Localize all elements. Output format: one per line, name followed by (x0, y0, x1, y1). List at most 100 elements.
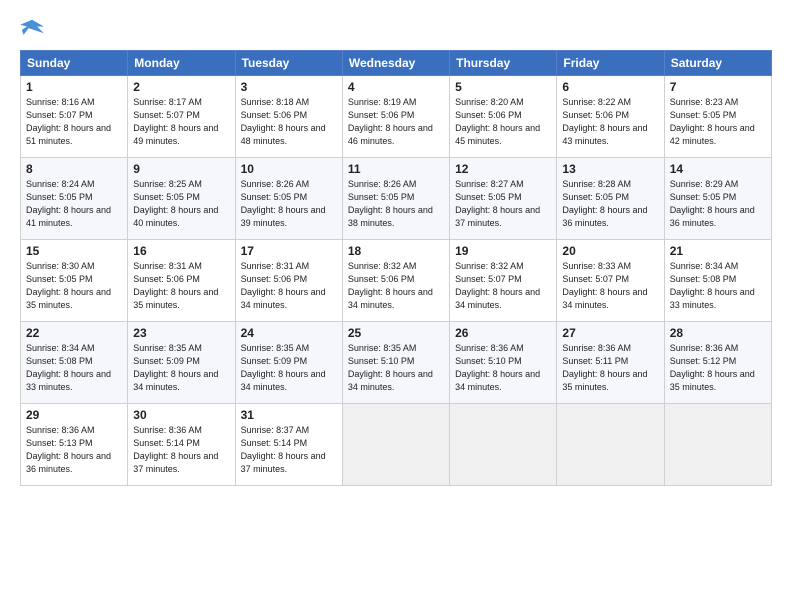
header (20, 18, 772, 40)
day-number: 9 (133, 162, 229, 176)
calendar-cell: 13 Sunrise: 8:28 AMSunset: 5:05 PMDaylig… (557, 158, 664, 240)
day-number: 13 (562, 162, 658, 176)
calendar-cell (664, 404, 771, 486)
calendar-cell (342, 404, 449, 486)
calendar-cell: 3 Sunrise: 8:18 AMSunset: 5:06 PMDayligh… (235, 76, 342, 158)
weekday-header-friday: Friday (557, 51, 664, 76)
calendar-cell: 17 Sunrise: 8:31 AMSunset: 5:06 PMDaylig… (235, 240, 342, 322)
calendar-cell: 11 Sunrise: 8:26 AMSunset: 5:05 PMDaylig… (342, 158, 449, 240)
day-number: 27 (562, 326, 658, 340)
week-row-4: 22 Sunrise: 8:34 AMSunset: 5:08 PMDaylig… (21, 322, 772, 404)
day-info: Sunrise: 8:31 AMSunset: 5:06 PMDaylight:… (241, 261, 326, 310)
day-number: 14 (670, 162, 766, 176)
day-number: 17 (241, 244, 337, 258)
calendar-cell: 2 Sunrise: 8:17 AMSunset: 5:07 PMDayligh… (128, 76, 235, 158)
day-info: Sunrise: 8:16 AMSunset: 5:07 PMDaylight:… (26, 97, 111, 146)
day-number: 5 (455, 80, 551, 94)
day-info: Sunrise: 8:25 AMSunset: 5:05 PMDaylight:… (133, 179, 218, 228)
day-number: 11 (348, 162, 444, 176)
day-info: Sunrise: 8:17 AMSunset: 5:07 PMDaylight:… (133, 97, 218, 146)
calendar-cell: 14 Sunrise: 8:29 AMSunset: 5:05 PMDaylig… (664, 158, 771, 240)
day-number: 10 (241, 162, 337, 176)
day-info: Sunrise: 8:27 AMSunset: 5:05 PMDaylight:… (455, 179, 540, 228)
day-info: Sunrise: 8:35 AMSunset: 5:10 PMDaylight:… (348, 343, 433, 392)
day-number: 15 (26, 244, 122, 258)
weekday-header-saturday: Saturday (664, 51, 771, 76)
calendar-cell: 25 Sunrise: 8:35 AMSunset: 5:10 PMDaylig… (342, 322, 449, 404)
calendar-cell (557, 404, 664, 486)
logo (20, 18, 48, 40)
day-info: Sunrise: 8:34 AMSunset: 5:08 PMDaylight:… (670, 261, 755, 310)
weekday-header-thursday: Thursday (450, 51, 557, 76)
calendar-cell: 26 Sunrise: 8:36 AMSunset: 5:10 PMDaylig… (450, 322, 557, 404)
weekday-header-row: SundayMondayTuesdayWednesdayThursdayFrid… (21, 51, 772, 76)
calendar-cell: 16 Sunrise: 8:31 AMSunset: 5:06 PMDaylig… (128, 240, 235, 322)
week-row-3: 15 Sunrise: 8:30 AMSunset: 5:05 PMDaylig… (21, 240, 772, 322)
calendar-table: SundayMondayTuesdayWednesdayThursdayFrid… (20, 50, 772, 486)
day-info: Sunrise: 8:32 AMSunset: 5:07 PMDaylight:… (455, 261, 540, 310)
day-number: 19 (455, 244, 551, 258)
week-row-2: 8 Sunrise: 8:24 AMSunset: 5:05 PMDayligh… (21, 158, 772, 240)
calendar-cell: 27 Sunrise: 8:36 AMSunset: 5:11 PMDaylig… (557, 322, 664, 404)
weekday-header-wednesday: Wednesday (342, 51, 449, 76)
day-info: Sunrise: 8:36 AMSunset: 5:13 PMDaylight:… (26, 425, 111, 474)
day-number: 12 (455, 162, 551, 176)
calendar-cell: 12 Sunrise: 8:27 AMSunset: 5:05 PMDaylig… (450, 158, 557, 240)
week-row-1: 1 Sunrise: 8:16 AMSunset: 5:07 PMDayligh… (21, 76, 772, 158)
calendar-body: 1 Sunrise: 8:16 AMSunset: 5:07 PMDayligh… (21, 76, 772, 486)
day-info: Sunrise: 8:24 AMSunset: 5:05 PMDaylight:… (26, 179, 111, 228)
day-number: 26 (455, 326, 551, 340)
day-number: 7 (670, 80, 766, 94)
calendar-cell: 9 Sunrise: 8:25 AMSunset: 5:05 PMDayligh… (128, 158, 235, 240)
calendar-cell: 24 Sunrise: 8:35 AMSunset: 5:09 PMDaylig… (235, 322, 342, 404)
calendar-cell: 30 Sunrise: 8:36 AMSunset: 5:14 PMDaylig… (128, 404, 235, 486)
calendar-cell: 31 Sunrise: 8:37 AMSunset: 5:14 PMDaylig… (235, 404, 342, 486)
calendar-cell: 8 Sunrise: 8:24 AMSunset: 5:05 PMDayligh… (21, 158, 128, 240)
calendar-cell: 23 Sunrise: 8:35 AMSunset: 5:09 PMDaylig… (128, 322, 235, 404)
day-number: 24 (241, 326, 337, 340)
week-row-5: 29 Sunrise: 8:36 AMSunset: 5:13 PMDaylig… (21, 404, 772, 486)
calendar-cell: 10 Sunrise: 8:26 AMSunset: 5:05 PMDaylig… (235, 158, 342, 240)
calendar-cell: 15 Sunrise: 8:30 AMSunset: 5:05 PMDaylig… (21, 240, 128, 322)
weekday-header-sunday: Sunday (21, 51, 128, 76)
page: SundayMondayTuesdayWednesdayThursdayFrid… (0, 0, 792, 612)
weekday-header-tuesday: Tuesday (235, 51, 342, 76)
day-info: Sunrise: 8:30 AMSunset: 5:05 PMDaylight:… (26, 261, 111, 310)
day-number: 25 (348, 326, 444, 340)
day-number: 18 (348, 244, 444, 258)
calendar-cell: 29 Sunrise: 8:36 AMSunset: 5:13 PMDaylig… (21, 404, 128, 486)
day-number: 20 (562, 244, 658, 258)
day-info: Sunrise: 8:33 AMSunset: 5:07 PMDaylight:… (562, 261, 647, 310)
calendar-cell: 4 Sunrise: 8:19 AMSunset: 5:06 PMDayligh… (342, 76, 449, 158)
calendar-cell: 21 Sunrise: 8:34 AMSunset: 5:08 PMDaylig… (664, 240, 771, 322)
day-info: Sunrise: 8:32 AMSunset: 5:06 PMDaylight:… (348, 261, 433, 310)
day-info: Sunrise: 8:28 AMSunset: 5:05 PMDaylight:… (562, 179, 647, 228)
day-info: Sunrise: 8:23 AMSunset: 5:05 PMDaylight:… (670, 97, 755, 146)
weekday-header-monday: Monday (128, 51, 235, 76)
day-number: 2 (133, 80, 229, 94)
day-number: 4 (348, 80, 444, 94)
calendar-cell: 5 Sunrise: 8:20 AMSunset: 5:06 PMDayligh… (450, 76, 557, 158)
day-number: 31 (241, 408, 337, 422)
day-info: Sunrise: 8:18 AMSunset: 5:06 PMDaylight:… (241, 97, 326, 146)
day-info: Sunrise: 8:20 AMSunset: 5:06 PMDaylight:… (455, 97, 540, 146)
day-number: 23 (133, 326, 229, 340)
calendar-cell: 22 Sunrise: 8:34 AMSunset: 5:08 PMDaylig… (21, 322, 128, 404)
day-info: Sunrise: 8:22 AMSunset: 5:06 PMDaylight:… (562, 97, 647, 146)
day-info: Sunrise: 8:29 AMSunset: 5:05 PMDaylight:… (670, 179, 755, 228)
day-number: 1 (26, 80, 122, 94)
day-info: Sunrise: 8:36 AMSunset: 5:12 PMDaylight:… (670, 343, 755, 392)
day-info: Sunrise: 8:35 AMSunset: 5:09 PMDaylight:… (241, 343, 326, 392)
day-info: Sunrise: 8:36 AMSunset: 5:10 PMDaylight:… (455, 343, 540, 392)
calendar-header: SundayMondayTuesdayWednesdayThursdayFrid… (21, 51, 772, 76)
calendar-cell (450, 404, 557, 486)
day-info: Sunrise: 8:36 AMSunset: 5:11 PMDaylight:… (562, 343, 647, 392)
day-info: Sunrise: 8:35 AMSunset: 5:09 PMDaylight:… (133, 343, 218, 392)
calendar-cell: 1 Sunrise: 8:16 AMSunset: 5:07 PMDayligh… (21, 76, 128, 158)
calendar-cell: 6 Sunrise: 8:22 AMSunset: 5:06 PMDayligh… (557, 76, 664, 158)
day-info: Sunrise: 8:34 AMSunset: 5:08 PMDaylight:… (26, 343, 111, 392)
day-number: 30 (133, 408, 229, 422)
calendar-cell: 19 Sunrise: 8:32 AMSunset: 5:07 PMDaylig… (450, 240, 557, 322)
calendar-cell: 7 Sunrise: 8:23 AMSunset: 5:05 PMDayligh… (664, 76, 771, 158)
day-info: Sunrise: 8:26 AMSunset: 5:05 PMDaylight:… (348, 179, 433, 228)
